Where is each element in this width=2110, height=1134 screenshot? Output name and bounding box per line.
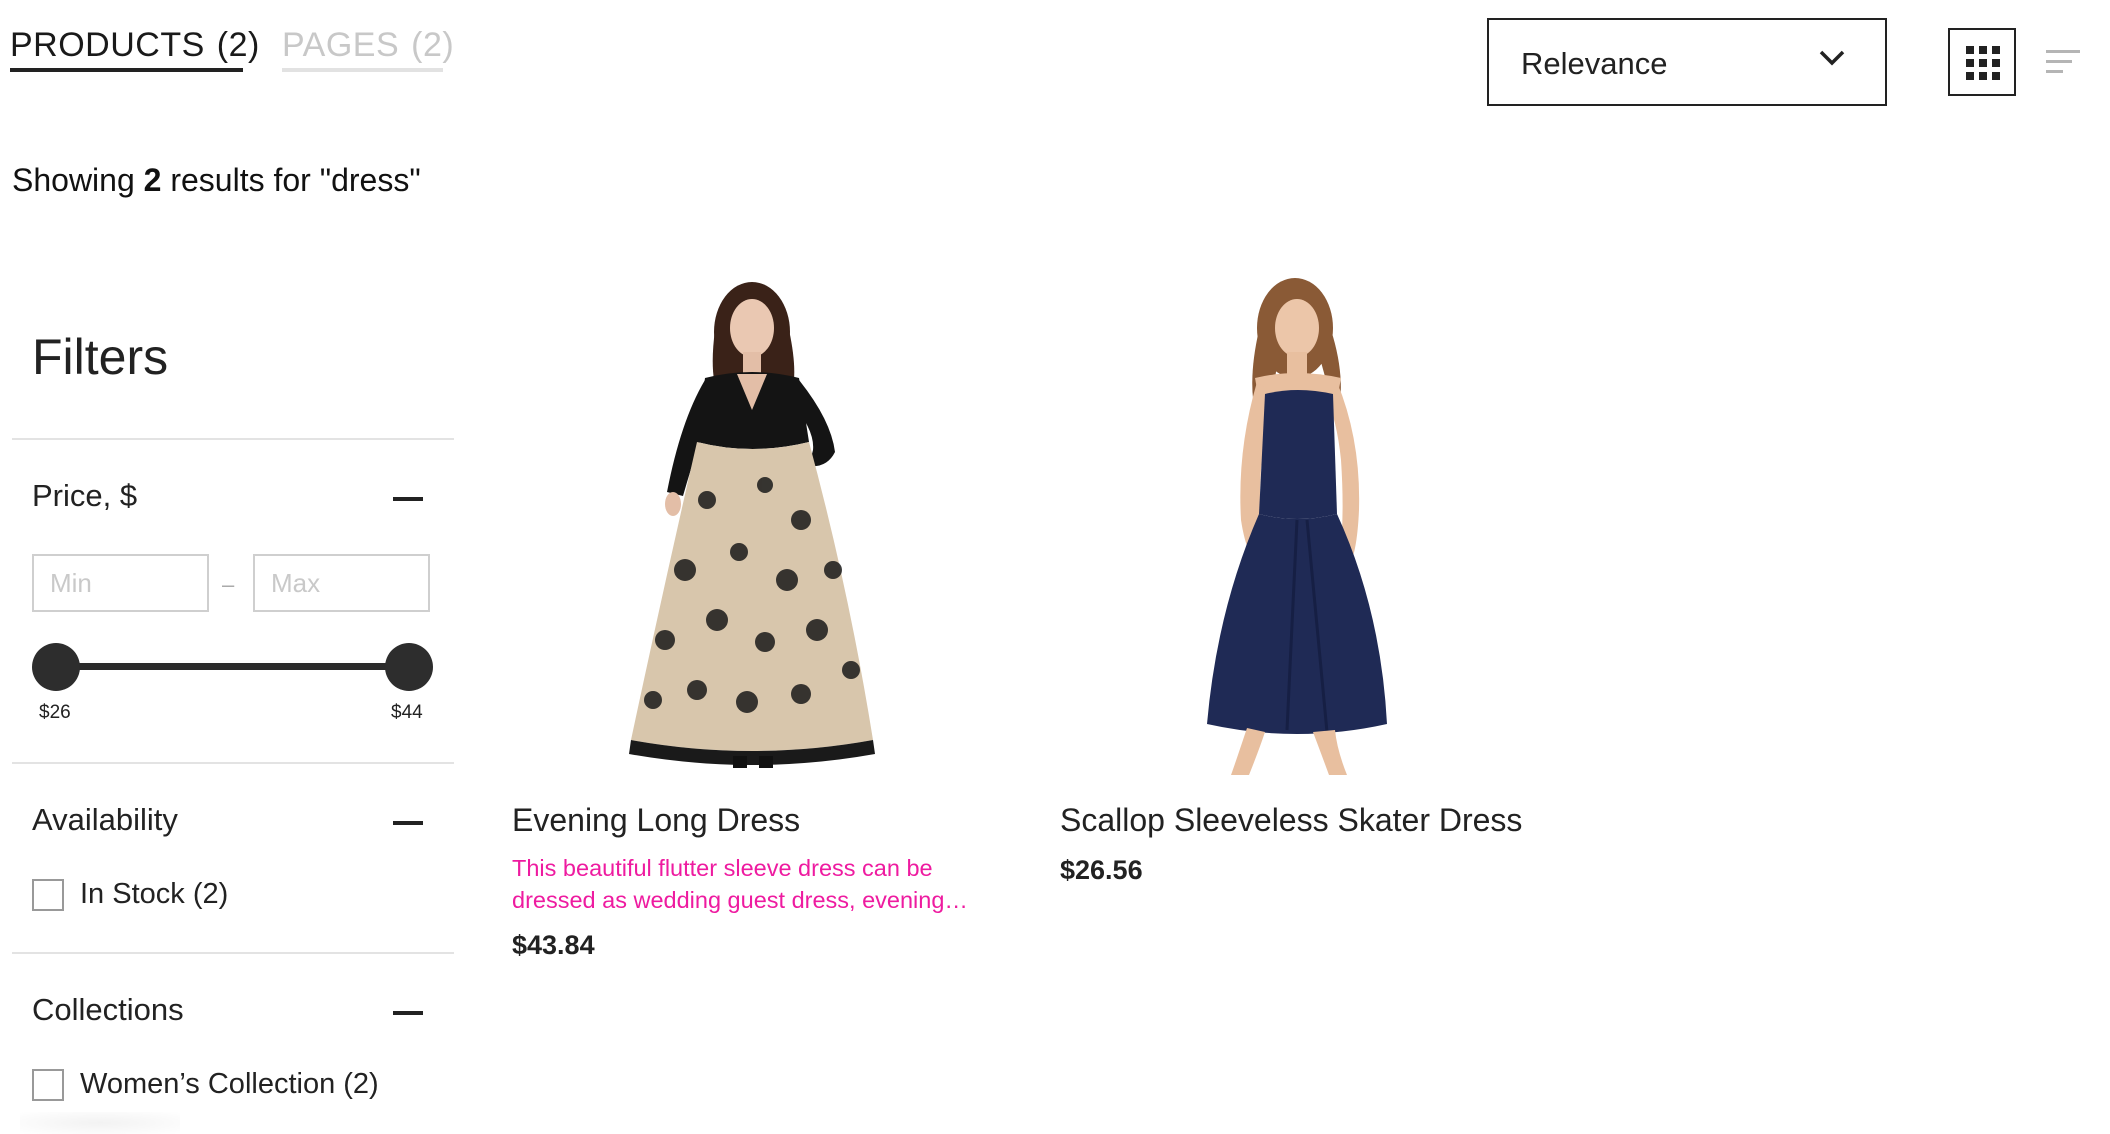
grid-view-button[interactable] — [1948, 28, 2016, 96]
price-collapse-icon[interactable] — [393, 497, 423, 501]
list-icon — [2046, 50, 2080, 73]
price-min-input[interactable] — [32, 554, 209, 612]
sort-selected-value: Relevance — [1521, 46, 1668, 81]
product-image[interactable] — [587, 270, 917, 775]
price-slider-max-handle[interactable] — [385, 643, 433, 691]
results-prefix: Showing — [12, 162, 135, 198]
price-range-dash: – — [222, 572, 235, 597]
price-slider-min-handle[interactable] — [32, 643, 80, 691]
product-image[interactable] — [1137, 270, 1467, 775]
in-stock-label: In Stock (2) — [80, 878, 229, 910]
price-slider-max-label: $44 — [391, 702, 423, 723]
tab-products-count: (2) — [216, 26, 260, 64]
collections-filter-title: Collections — [32, 992, 184, 1027]
product-name[interactable]: Evening Long Dress — [512, 802, 800, 839]
results-suffix: results for "dress" — [170, 162, 421, 198]
price-slider-track[interactable] — [55, 663, 410, 670]
filters-title: Filters — [32, 329, 169, 385]
divider — [12, 952, 454, 954]
divider — [12, 438, 454, 440]
tab-pages[interactable]: PAGES (2) — [282, 26, 454, 65]
tab-products-underline — [10, 68, 243, 72]
divider — [12, 762, 454, 764]
collections-collapse-icon[interactable] — [393, 1011, 423, 1015]
price-filter-title: Price, $ — [32, 478, 138, 513]
product-name[interactable]: Scallop Sleeveless Skater Dress — [1060, 802, 1522, 839]
tab-pages-count: (2) — [411, 26, 455, 64]
results-summary: Showing 2 results for "dress" — [12, 162, 421, 199]
in-stock-checkbox[interactable] — [32, 879, 64, 911]
bottom-shadow — [20, 1112, 180, 1134]
availability-collapse-icon[interactable] — [393, 821, 423, 825]
tab-products[interactable]: PRODUCTS (2) — [10, 26, 260, 65]
womens-collection-label: Women’s Collection (2) — [80, 1068, 379, 1100]
tab-pages-underline — [282, 68, 443, 72]
results-count: 2 — [143, 162, 162, 198]
sort-select[interactable]: Relevance — [1487, 18, 1887, 106]
availability-filter-title: Availability — [32, 802, 178, 837]
grid-icon — [1966, 46, 2000, 80]
womens-collection-checkbox[interactable] — [32, 1069, 64, 1101]
product-price: $26.56 — [1060, 855, 1143, 885]
chevron-down-icon — [1819, 50, 1845, 71]
product-description: This beautiful flutter sleeve dress can … — [512, 855, 968, 913]
product-price: $43.84 — [512, 930, 595, 960]
tab-products-label: PRODUCTS — [10, 26, 205, 64]
price-slider-min-label: $26 — [39, 702, 71, 723]
price-max-input[interactable] — [253, 554, 430, 612]
list-view-button[interactable] — [2046, 48, 2082, 81]
tab-pages-label: PAGES — [282, 26, 400, 64]
